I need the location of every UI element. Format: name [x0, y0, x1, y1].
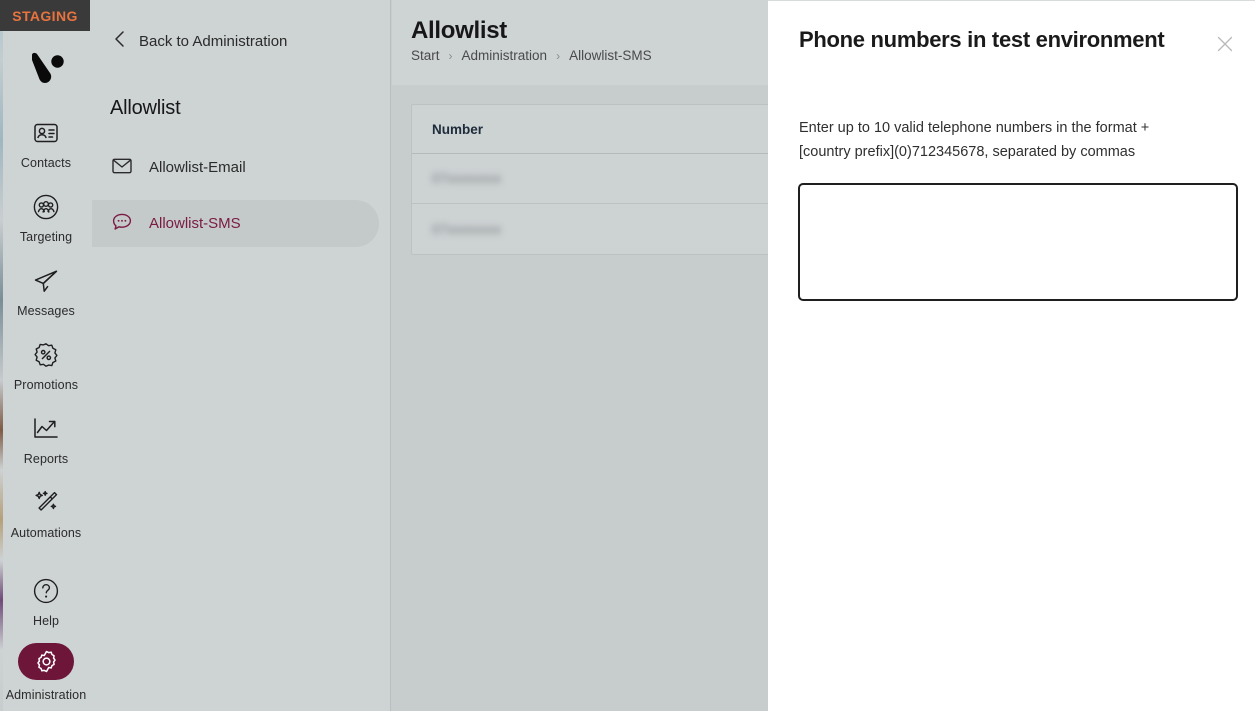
rail-item-label: Promotions [13, 378, 79, 392]
rail-item-promotions[interactable]: Promotions [0, 340, 92, 392]
contact-card-icon [23, 118, 69, 148]
cell-number: 07xxxxxxxx [432, 171, 502, 186]
percent-badge-icon [23, 340, 69, 370]
staging-environment-badge: STAGING [0, 0, 90, 31]
column-header-number: Number [432, 121, 484, 137]
chevron-right-icon: › [556, 48, 561, 63]
page-title: Allowlist [411, 17, 507, 44]
envelope-icon [112, 158, 132, 178]
chevron-left-icon [112, 29, 127, 54]
rail-item-label: Help [32, 614, 60, 628]
rail-item-label: Reports [23, 452, 69, 466]
paper-plane-icon [23, 266, 69, 296]
breadcrumb-item-administration[interactable]: Administration [462, 48, 548, 63]
breadcrumb-item-allowlist-sms[interactable]: Allowlist-SMS [569, 48, 652, 63]
staging-badge-label: STAGING [12, 7, 78, 24]
breadcrumb: Start › Administration › Allowlist-SMS [411, 48, 652, 63]
rail-item-label: Automations [10, 526, 82, 540]
people-circle-icon [23, 192, 69, 222]
line-chart-icon [23, 414, 69, 444]
rail-item-label: Administration [5, 688, 87, 702]
sidebar-item-allowlist-email[interactable]: Allowlist-Email [92, 144, 379, 191]
rail-item-help[interactable]: Help [0, 576, 92, 628]
primary-nav-rail: STAGING Contacts Targeting Messages Prom… [0, 0, 92, 711]
rail-item-contacts[interactable]: Contacts [0, 118, 92, 170]
secondary-sidebar: Back to Administration Allowlist Allowli… [92, 0, 391, 711]
gear-icon [18, 643, 74, 680]
panel-title: Phone numbers in test environment [799, 27, 1165, 52]
rail-item-label: Targeting [19, 230, 73, 244]
panel-description: Enter up to 10 valid telephone numbers i… [799, 120, 1150, 160]
rail-item-targeting[interactable]: Targeting [0, 192, 92, 244]
close-icon[interactable] [1211, 30, 1239, 58]
question-circle-icon [23, 576, 69, 606]
rail-item-messages[interactable]: Messages [0, 266, 92, 318]
sidebar-section-title: Allowlist [110, 97, 181, 119]
rail-item-automations[interactable]: Automations [0, 488, 92, 540]
rail-item-label: Messages [17, 304, 75, 318]
back-to-administration-link[interactable]: Back to Administration [112, 29, 287, 54]
chevron-right-icon: › [448, 48, 453, 63]
back-link-label: Back to Administration [139, 33, 288, 50]
phone-numbers-panel: Phone numbers in test environment Enter … [768, 0, 1255, 711]
rail-item-label: Contacts [20, 156, 72, 170]
brand-logo-icon[interactable] [28, 51, 66, 87]
sidebar-item-label: Allowlist-SMS [149, 215, 241, 232]
sidebar-item-label: Allowlist-Email [149, 159, 246, 176]
sidebar-item-allowlist-sms[interactable]: Allowlist-SMS [92, 200, 379, 247]
rail-item-reports[interactable]: Reports [0, 414, 92, 466]
app-root: STAGING Contacts Targeting Messages Prom… [0, 0, 1255, 711]
breadcrumb-item-start[interactable]: Start [411, 48, 440, 63]
magic-wand-icon [23, 488, 69, 518]
rail-item-administration[interactable]: Administration [0, 643, 92, 702]
cell-number: 07xxxxxxxx [432, 221, 502, 237]
phone-numbers-input[interactable] [798, 183, 1238, 301]
chat-bubble-icon [112, 213, 132, 235]
